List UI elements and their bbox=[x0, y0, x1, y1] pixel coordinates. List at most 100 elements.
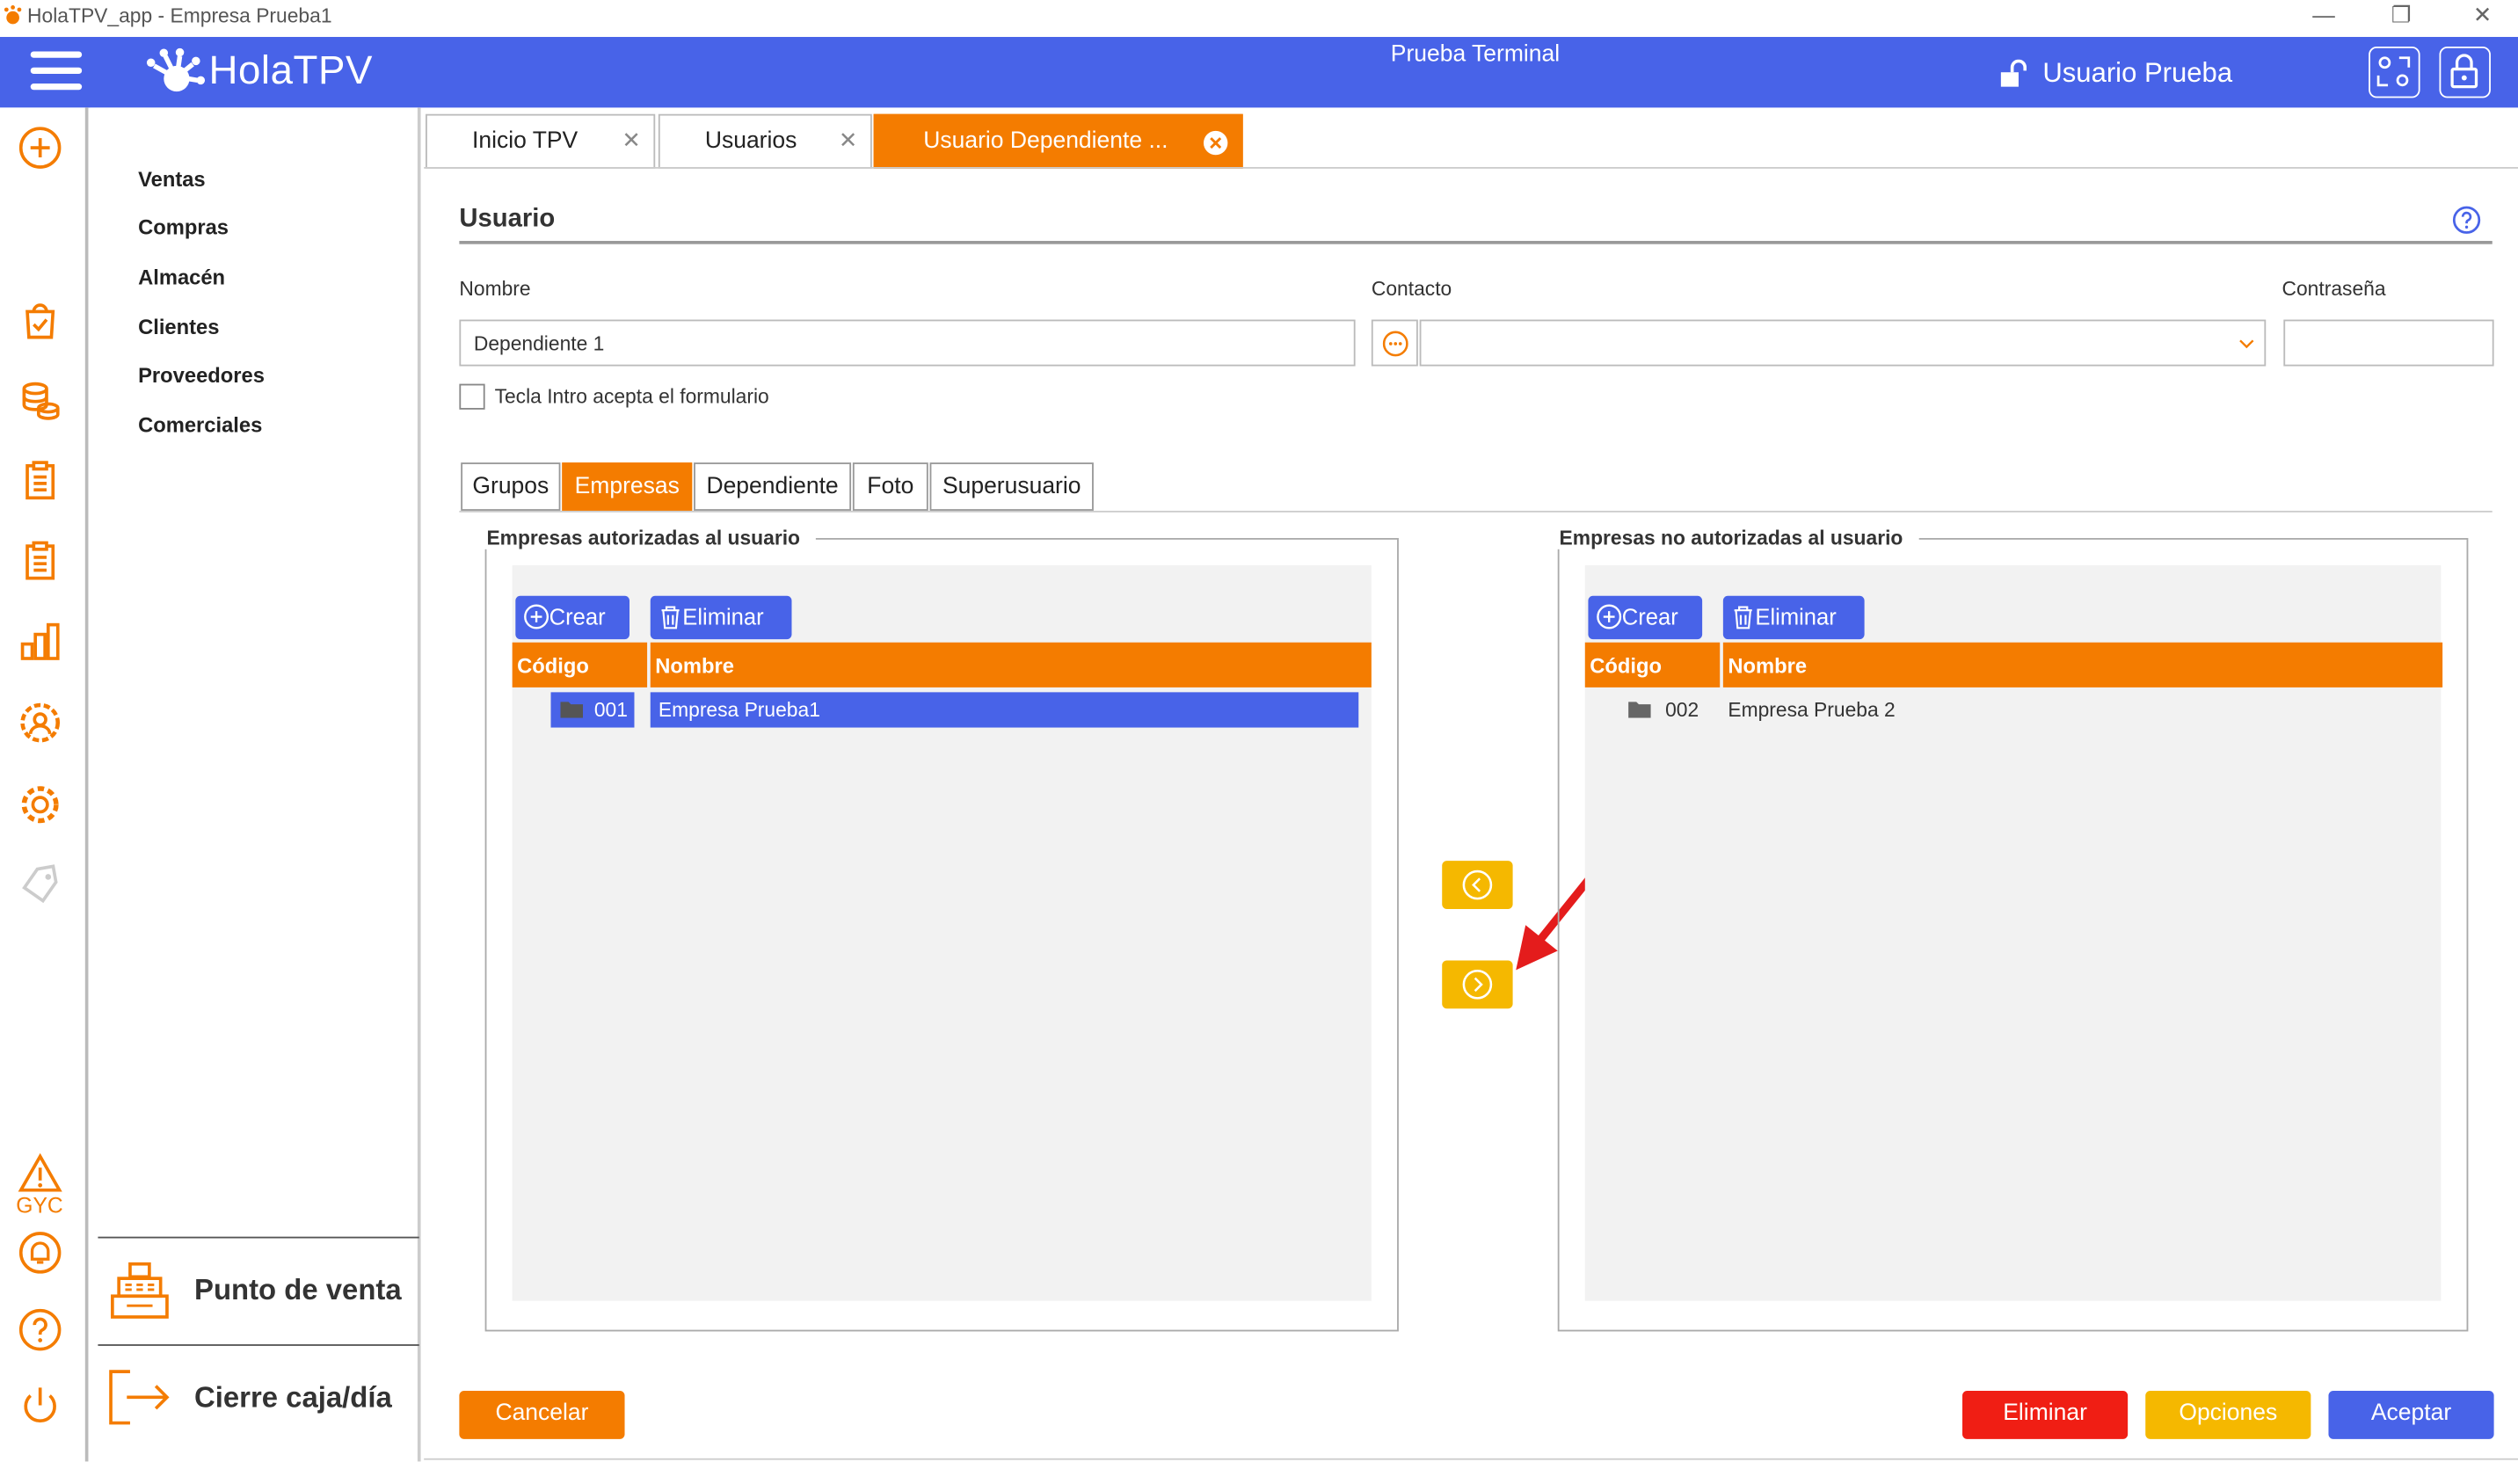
subtab-foto[interactable]: Foto bbox=[852, 462, 928, 511]
unauthorized-grid-area: Crear Eliminar Código Nombre 002 Empresa… bbox=[1584, 565, 2443, 1301]
clipboard-list-icon[interactable] bbox=[18, 538, 62, 583]
chevron-down-icon bbox=[2239, 339, 2254, 349]
column-header-nombre[interactable]: Nombre bbox=[650, 642, 1372, 687]
eliminar-label: Eliminar bbox=[1755, 603, 1837, 630]
intro-accept-checkbox[interactable] bbox=[459, 383, 485, 410]
gear-icon[interactable] bbox=[18, 782, 62, 827]
row-codigo: 001 bbox=[593, 698, 628, 722]
plus-circle-icon bbox=[524, 604, 549, 629]
close-tab-icon[interactable] bbox=[1203, 130, 1228, 156]
subtab-superusuario[interactable]: Superusuario bbox=[929, 462, 1094, 511]
chevron-right-circle-icon bbox=[1462, 970, 1493, 1000]
move-right-button[interactable] bbox=[1442, 960, 1513, 1009]
coins-icon[interactable] bbox=[18, 377, 62, 422]
warning-icon[interactable] bbox=[18, 1152, 62, 1197]
menu-item-compras[interactable]: Compras bbox=[138, 215, 229, 239]
eliminar-button[interactable]: Eliminar bbox=[1962, 1391, 2129, 1439]
close-tab-icon[interactable]: ✕ bbox=[622, 127, 640, 154]
bar-chart-icon[interactable] bbox=[18, 618, 62, 663]
authorized-companies-panel: Empresas autorizadas al usuario Crear El… bbox=[483, 527, 1399, 1332]
crear-label: Crear bbox=[549, 603, 606, 630]
subtab-empresas[interactable]: Empresas bbox=[562, 462, 693, 511]
cierre-caja-button[interactable]: Cierre caja/día bbox=[98, 1344, 419, 1451]
bell-icon[interactable] bbox=[18, 1230, 62, 1275]
codigo-header-label: Código bbox=[517, 653, 589, 678]
tab-usuario-dependiente[interactable]: Usuario Dependiente ... bbox=[873, 113, 1243, 169]
nav-menu: Ventas Compras Almacén Clientes Proveedo… bbox=[90, 107, 421, 1462]
icon-rail: GYC bbox=[0, 107, 89, 1462]
close-window-icon[interactable]: ✕ bbox=[2473, 2, 2492, 29]
help-icon[interactable] bbox=[18, 1307, 62, 1352]
nombre-header-label: Nombre bbox=[655, 653, 734, 678]
cash-register-icon bbox=[111, 1262, 169, 1319]
aceptar-button[interactable]: Aceptar bbox=[2328, 1391, 2494, 1439]
hamburger-menu-icon[interactable] bbox=[30, 51, 83, 92]
table-row[interactable]: 002 Empresa Prueba 2 bbox=[1624, 692, 2430, 727]
close-tab-icon[interactable]: ✕ bbox=[839, 127, 857, 154]
tab-usuarios[interactable]: Usuarios ✕ bbox=[658, 113, 872, 169]
crear-unauthorized-button[interactable]: Crear bbox=[1588, 595, 1703, 640]
cancelar-button[interactable]: Cancelar bbox=[459, 1391, 625, 1439]
section-divider bbox=[459, 241, 2493, 244]
column-header-codigo[interactable]: Código bbox=[1584, 642, 1721, 687]
menu-item-proveedores[interactable]: Proveedores bbox=[138, 363, 265, 387]
section-title: Usuario bbox=[459, 205, 556, 233]
trash-icon bbox=[661, 606, 680, 629]
folder-icon bbox=[1628, 702, 1651, 718]
gyc-label[interactable]: GYC bbox=[16, 1193, 62, 1217]
menu-item-ventas[interactable]: Ventas bbox=[138, 167, 206, 191]
eliminar-unauthorized-button[interactable]: Eliminar bbox=[1722, 595, 1865, 640]
plus-circle-icon bbox=[1597, 604, 1622, 629]
lock-icon bbox=[2450, 54, 2478, 89]
window-titlebar: HolaTPV_app - Empresa Prueba1 — ❐ ✕ bbox=[0, 0, 2518, 38]
clipboard-icon[interactable] bbox=[18, 458, 62, 503]
exit-arrow-icon bbox=[109, 1370, 170, 1425]
folder-icon bbox=[560, 702, 584, 718]
move-left-button[interactable] bbox=[1442, 861, 1513, 909]
contacto-lookup-button[interactable] bbox=[1371, 319, 1418, 367]
trash-icon bbox=[1734, 606, 1752, 629]
table-row[interactable]: 001 Empresa Prueba1 bbox=[550, 692, 1359, 728]
contrasena-label: Contraseña bbox=[2281, 278, 2386, 301]
crear-authorized-button[interactable]: Crear bbox=[515, 595, 630, 640]
help-icon[interactable] bbox=[2452, 206, 2481, 235]
app-logo-text: HolaTPV bbox=[208, 47, 374, 93]
lock-button[interactable] bbox=[2439, 46, 2491, 98]
punto-de-venta-button[interactable]: Punto de venta bbox=[98, 1236, 419, 1343]
tab-label: Inicio TPV bbox=[472, 128, 579, 155]
shopping-bag-icon[interactable] bbox=[18, 297, 62, 342]
contacto-select[interactable] bbox=[1419, 319, 2267, 367]
contrasena-field[interactable] bbox=[2283, 319, 2494, 367]
subtab-dependiente[interactable]: Dependiente bbox=[694, 462, 852, 511]
footer-divider bbox=[424, 1458, 2518, 1460]
chevron-left-circle-icon bbox=[1462, 869, 1493, 900]
add-icon[interactable] bbox=[18, 125, 62, 170]
subtab-grupos[interactable]: Grupos bbox=[461, 462, 561, 511]
menu-item-almacen[interactable]: Almacén bbox=[138, 265, 225, 288]
subtab-divider bbox=[459, 510, 2493, 513]
nombre-field[interactable]: Dependiente 1 bbox=[459, 319, 1356, 367]
eliminar-label: Eliminar bbox=[682, 603, 764, 630]
column-header-codigo[interactable]: Código bbox=[512, 642, 648, 687]
user-settings-icon[interactable] bbox=[18, 701, 62, 746]
eliminar-authorized-button[interactable]: Eliminar bbox=[650, 595, 792, 640]
menu-item-clientes[interactable]: Clientes bbox=[138, 315, 219, 338]
restore-icon[interactable]: ❐ bbox=[2391, 2, 2412, 29]
row-nombre: Empresa Prueba 2 bbox=[1728, 698, 1896, 722]
switch-user-button[interactable] bbox=[2369, 46, 2420, 98]
column-header-nombre[interactable]: Nombre bbox=[1722, 642, 2443, 687]
authorized-legend: Empresas autorizadas al usuario bbox=[483, 527, 817, 549]
minimize-icon[interactable]: — bbox=[2312, 2, 2335, 27]
unlock-icon[interactable] bbox=[1998, 59, 2027, 89]
tag-icon[interactable] bbox=[18, 862, 62, 907]
menu-item-comerciales[interactable]: Comerciales bbox=[138, 412, 262, 436]
row-codigo: 002 bbox=[1665, 698, 1699, 722]
row-nombre: Empresa Prueba1 bbox=[658, 698, 820, 722]
unauthorized-companies-panel: Empresas no autorizadas al usuario Crear… bbox=[1555, 527, 2469, 1332]
power-icon[interactable] bbox=[18, 1383, 62, 1428]
app-header: HolaTPV Prueba Terminal Usuario Prueba bbox=[0, 37, 2518, 108]
tab-inicio-tpv[interactable]: Inicio TPV ✕ bbox=[426, 113, 656, 169]
opciones-button[interactable]: Opciones bbox=[2145, 1391, 2311, 1439]
tab-divider bbox=[424, 166, 2518, 169]
current-user[interactable]: Usuario Prueba bbox=[2042, 58, 2232, 91]
